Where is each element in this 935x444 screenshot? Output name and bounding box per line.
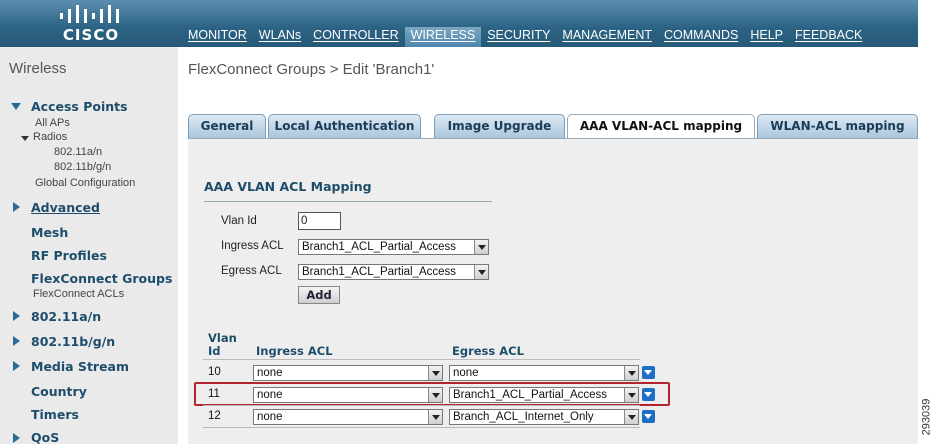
sidebar-item-qos[interactable]: QoS	[31, 430, 59, 444]
top-header-bar: CISCO MONITOR WLANs CONTROLLER WIRELESS …	[0, 0, 918, 47]
egress-acl-select[interactable]: Branch1_ACL_Partial_Access	[298, 264, 489, 280]
logo-wordmark: CISCO	[62, 26, 120, 44]
figure-id: 293039	[920, 398, 935, 438]
table-header-rule	[203, 359, 640, 360]
sidebar-item-802-11a[interactable]: 802.11a/n	[31, 309, 101, 324]
row-action-menu-icon[interactable]	[642, 366, 655, 379]
col-header-vlan: Vlan	[208, 331, 237, 345]
row-divider	[203, 427, 640, 428]
sidebar-item-timers[interactable]: Timers	[31, 407, 79, 422]
tab-image-upgrade[interactable]: Image Upgrade	[434, 114, 565, 139]
sidebar-item-all-aps[interactable]: All APs	[35, 117, 70, 129]
sidebar-item-radios[interactable]: Radios	[33, 131, 67, 143]
ingress-acl-selected: Branch1_ACL_Partial_Access	[302, 241, 457, 253]
row-egress-select[interactable]: Branch_ACL_Internet_Only	[449, 409, 639, 425]
row-ingress-selected: none	[257, 367, 283, 379]
sidebar: Wireless Access Points All APs Radios 80…	[0, 47, 178, 444]
sidebar-item-global-config[interactable]: Global Configuration	[35, 177, 135, 189]
nav-wlans[interactable]: WLANs	[253, 27, 307, 47]
nav-controller[interactable]: CONTROLLER	[307, 27, 404, 47]
col-header-ingress-acl: Ingress ACL	[256, 344, 333, 358]
sidebar-item-radio-b[interactable]: 802.11b/g/n	[54, 161, 111, 173]
ingress-acl-label: Ingress ACL	[221, 240, 284, 252]
expand-right-icon[interactable]	[13, 361, 20, 371]
main-nav: MONITOR WLANs CONTROLLER WIRELESS SECURI…	[182, 27, 868, 47]
expand-right-icon[interactable]	[13, 433, 20, 443]
tab-general[interactable]: General	[188, 114, 266, 139]
vlan-id-input[interactable]: 0	[298, 212, 341, 230]
sidebar-item-mesh[interactable]: Mesh	[31, 225, 68, 240]
expand-down-icon[interactable]	[11, 103, 21, 110]
add-button[interactable]: Add	[298, 286, 340, 304]
sidebar-item-802-11b[interactable]: 802.11b/g/n	[31, 334, 115, 349]
row-egress-selected: none	[453, 367, 479, 379]
nav-monitor[interactable]: MONITOR	[182, 27, 253, 47]
nav-help[interactable]: HELP	[744, 27, 789, 47]
dropdown-arrow-icon[interactable]	[474, 240, 488, 254]
cisco-logo: CISCO	[56, 4, 126, 44]
vlan-id-label: Vlan Id	[221, 215, 257, 227]
dropdown-arrow-icon[interactable]	[474, 265, 488, 279]
row-ingress-select[interactable]: none	[253, 409, 443, 425]
section-divider	[204, 201, 492, 202]
vlan-id-cell: 10	[208, 366, 221, 378]
sidebar-item-flexconnect-groups[interactable]: FlexConnect Groups	[31, 271, 172, 286]
figure-id-text: 293039	[920, 398, 933, 436]
expand-right-icon[interactable]	[13, 336, 20, 346]
vlan-id-cell: 12	[208, 410, 221, 422]
row-egress-selected: Branch_ACL_Internet_Only	[453, 411, 594, 423]
ingress-acl-select[interactable]: Branch1_ACL_Partial_Access	[298, 239, 489, 255]
col-header-egress-acl: Egress ACL	[452, 344, 524, 358]
expand-right-icon[interactable]	[13, 202, 20, 212]
row-ingress-select[interactable]: none	[253, 365, 443, 381]
tab-aaa-vlan-acl-mapping[interactable]: AAA VLAN-ACL mapping	[567, 114, 755, 141]
right-margin	[918, 0, 935, 444]
row-ingress-selected: none	[257, 411, 283, 423]
col-header-id: Id	[208, 344, 221, 358]
nav-wireless[interactable]: WIRELESS	[404, 27, 482, 47]
sidebar-item-access-points[interactable]: Access Points	[31, 99, 128, 114]
sidebar-title: Wireless	[9, 60, 67, 77]
dropdown-arrow-icon[interactable]	[624, 410, 638, 424]
egress-acl-selected: Branch1_ACL_Partial_Access	[302, 266, 457, 278]
page-title: FlexConnect Groups > Edit 'Branch1'	[188, 61, 435, 78]
dropdown-arrow-icon[interactable]	[428, 366, 442, 380]
row-action-menu-icon[interactable]	[642, 410, 655, 423]
cisco-logo-bars-icon	[60, 5, 119, 23]
expand-right-icon[interactable]	[13, 311, 20, 321]
expand-down-small-icon[interactable]	[21, 136, 29, 141]
highlighted-row-outline	[194, 382, 670, 406]
dropdown-arrow-icon[interactable]	[624, 366, 638, 380]
sidebar-item-flexconnect-acls[interactable]: FlexConnect ACLs	[33, 288, 124, 300]
sidebar-item-advanced[interactable]: Advanced	[31, 200, 100, 215]
tab-wlan-acl-mapping[interactable]: WLAN-ACL mapping	[757, 114, 918, 139]
row-egress-select[interactable]: none	[449, 365, 639, 381]
nav-security[interactable]: SECURITY	[481, 27, 556, 47]
sidebar-item-rf-profiles[interactable]: RF Profiles	[31, 248, 107, 263]
sidebar-item-media-stream[interactable]: Media Stream	[31, 359, 129, 374]
sidebar-item-country[interactable]: Country	[31, 384, 87, 399]
dropdown-arrow-icon[interactable]	[428, 410, 442, 424]
nav-management[interactable]: MANAGEMENT	[556, 27, 658, 47]
nav-feedback[interactable]: FEEDBACK	[789, 27, 868, 47]
nav-commands[interactable]: COMMANDS	[658, 27, 744, 47]
section-title: AAA VLAN ACL Mapping	[204, 179, 372, 194]
row-divider	[203, 405, 640, 406]
tab-local-authentication[interactable]: Local Authentication	[268, 114, 421, 139]
egress-acl-label: Egress ACL	[221, 265, 282, 277]
sidebar-item-radio-a[interactable]: 802.11a/n	[54, 146, 102, 158]
